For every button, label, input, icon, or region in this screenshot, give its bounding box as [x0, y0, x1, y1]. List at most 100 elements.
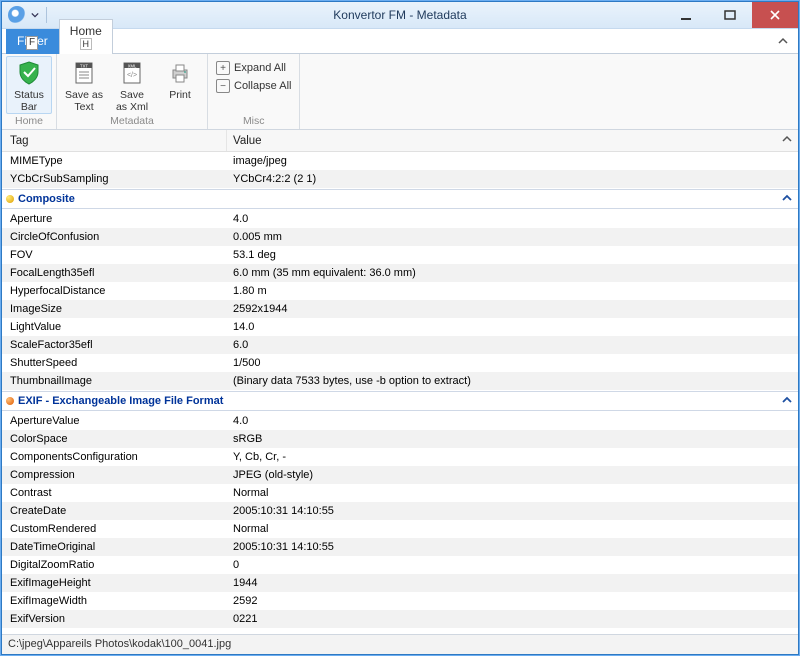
table-row[interactable]: ExifVersion0221: [2, 610, 798, 628]
minus-icon: −: [216, 79, 230, 93]
cell-tag: ComponentsConfiguration: [2, 451, 227, 463]
table-row[interactable]: HyperfocalDistance1.80 m: [2, 282, 798, 300]
table-row[interactable]: ShutterSpeed1/500: [2, 354, 798, 372]
tab-home-keytip: H: [80, 38, 92, 50]
table-row[interactable]: CompressionJPEG (old-style): [2, 466, 798, 484]
table-row[interactable]: MIMETypeimage/jpeg: [2, 152, 798, 170]
cell-value: (Binary data 7533 bytes, use -b option t…: [227, 375, 798, 387]
table-row[interactable]: FOV53.1 deg: [2, 246, 798, 264]
chevron-up-icon[interactable]: [782, 193, 792, 206]
save-text-label: Save as Text: [65, 89, 103, 113]
txt-file-icon: TXT: [69, 59, 99, 87]
cell-value: 1.80 m: [227, 285, 798, 297]
section-title: EXIF - Exchangeable Image File Format: [18, 395, 223, 407]
table-row[interactable]: DateTimeOriginal2005:10:31 14:10:55: [2, 538, 798, 556]
app-icon[interactable]: [8, 6, 26, 24]
tab-file[interactable]: FiFer: [6, 29, 59, 54]
tab-home-label: Home: [70, 24, 102, 38]
table-row[interactable]: ContrastNormal: [2, 484, 798, 502]
cell-tag: Contrast: [2, 487, 227, 499]
cell-value: 1944: [227, 577, 798, 589]
cell-value: sRGB: [227, 433, 798, 445]
table-row[interactable]: CircleOfConfusion0.005 mm: [2, 228, 798, 246]
cell-tag: ExifVersion: [2, 613, 227, 625]
cell-value: JPEG (old-style): [227, 469, 798, 481]
chevron-up-icon[interactable]: [782, 395, 792, 408]
cell-tag: Aperture: [2, 213, 227, 225]
ribbon-group-home: Status Bar Home: [2, 54, 57, 129]
print-label: Print: [169, 89, 191, 101]
print-button[interactable]: Print: [157, 56, 203, 114]
ribbon-tabs: FiFer Home H: [2, 29, 798, 53]
printer-icon: [165, 59, 195, 87]
minimize-button[interactable]: [664, 2, 708, 28]
cell-tag: LightValue: [2, 321, 227, 333]
ribbon-collapse-icon[interactable]: [768, 32, 798, 53]
column-header-value[interactable]: Value: [227, 130, 776, 151]
table-row[interactable]: ImageSize2592x1944: [2, 300, 798, 318]
svg-text:</>: </>: [127, 72, 137, 79]
plus-icon: +: [216, 61, 230, 75]
table-row[interactable]: DigitalZoomRatio0: [2, 556, 798, 574]
section-header[interactable]: EXIF - Exchangeable Image File Format: [2, 391, 798, 411]
cell-value: 4.0: [227, 213, 798, 225]
save-as-text-button[interactable]: TXT Save as Text: [61, 56, 107, 114]
table-row[interactable]: CreateDate2005:10:31 14:10:55: [2, 502, 798, 520]
cell-tag: HyperfocalDistance: [2, 285, 227, 297]
cell-tag: ShutterSpeed: [2, 357, 227, 369]
table-row[interactable]: LightValue14.0: [2, 318, 798, 336]
qat-dropdown-icon[interactable]: [30, 6, 40, 24]
grid-header: Tag Value: [2, 130, 798, 152]
status-bar-button[interactable]: Status Bar: [6, 56, 52, 114]
cell-tag: Compression: [2, 469, 227, 481]
cell-tag: ColorSpace: [2, 433, 227, 445]
table-row[interactable]: FocalLength35efl6.0 mm (35 mm equivalent…: [2, 264, 798, 282]
cell-tag: ThumbnailImage: [2, 375, 227, 387]
cell-value: 0.005 mm: [227, 231, 798, 243]
tab-home[interactable]: Home H: [59, 19, 113, 54]
cell-value: Normal: [227, 523, 798, 535]
section-header[interactable]: Composite: [2, 189, 798, 209]
status-bar-label: Status Bar: [14, 89, 44, 113]
group-metadata-label: Metadata: [61, 114, 203, 129]
table-row[interactable]: CustomRenderedNormal: [2, 520, 798, 538]
table-row[interactable]: ApertureValue4.0: [2, 412, 798, 430]
cell-value: 2592: [227, 595, 798, 607]
table-row[interactable]: YCbCrSubSamplingYCbCr4:2:2 (2 1): [2, 170, 798, 188]
window-buttons: [664, 2, 798, 28]
cell-value: YCbCr4:2:2 (2 1): [227, 173, 798, 185]
shield-icon: [14, 59, 44, 87]
ribbon: FiFer Home H Status Bar: [2, 29, 798, 130]
table-row[interactable]: ExifImageHeight1944: [2, 574, 798, 592]
cell-tag: DateTimeOriginal: [2, 541, 227, 553]
cell-tag: ApertureValue: [2, 415, 227, 427]
grid-body[interactable]: MIMETypeimage/jpegYCbCrSubSamplingYCbCr4…: [2, 152, 798, 634]
close-button[interactable]: [752, 2, 798, 28]
table-row[interactable]: Aperture4.0: [2, 210, 798, 228]
cell-value: 0221: [227, 613, 798, 625]
statusbar: C:\jpeg\Appareils Photos\kodak\100_0041.…: [2, 634, 798, 654]
svg-text:XML: XML: [128, 64, 137, 69]
table-row[interactable]: ComponentsConfigurationY, Cb, Cr, -: [2, 448, 798, 466]
maximize-button[interactable]: [708, 2, 752, 28]
svg-text:TXT: TXT: [80, 64, 88, 69]
table-row[interactable]: ExifImageWidth2592: [2, 592, 798, 610]
column-header-tag[interactable]: Tag: [2, 130, 227, 151]
cell-tag: CreateDate: [2, 505, 227, 517]
section-title: Composite: [18, 193, 75, 205]
table-row[interactable]: ScaleFactor35efl6.0: [2, 336, 798, 354]
cell-value: 1/500: [227, 357, 798, 369]
cell-value: 2005:10:31 14:10:55: [227, 541, 798, 553]
cell-tag: FocalLength35efl: [2, 267, 227, 279]
cell-tag: CustomRendered: [2, 523, 227, 535]
chevron-up-icon[interactable]: [776, 134, 798, 147]
cell-tag: YCbCrSubSampling: [2, 173, 227, 185]
expand-all-button[interactable]: + Expand All: [212, 60, 295, 76]
cell-value: 4.0: [227, 415, 798, 427]
table-row[interactable]: ThumbnailImage(Binary data 7533 bytes, u…: [2, 372, 798, 390]
table-row[interactable]: ColorSpacesRGB: [2, 430, 798, 448]
save-as-xml-button[interactable]: XML</> Save as Xml: [109, 56, 155, 114]
collapse-all-button[interactable]: − Collapse All: [212, 78, 295, 94]
cell-value: 2592x1944: [227, 303, 798, 315]
group-home-label: Home: [6, 114, 52, 129]
